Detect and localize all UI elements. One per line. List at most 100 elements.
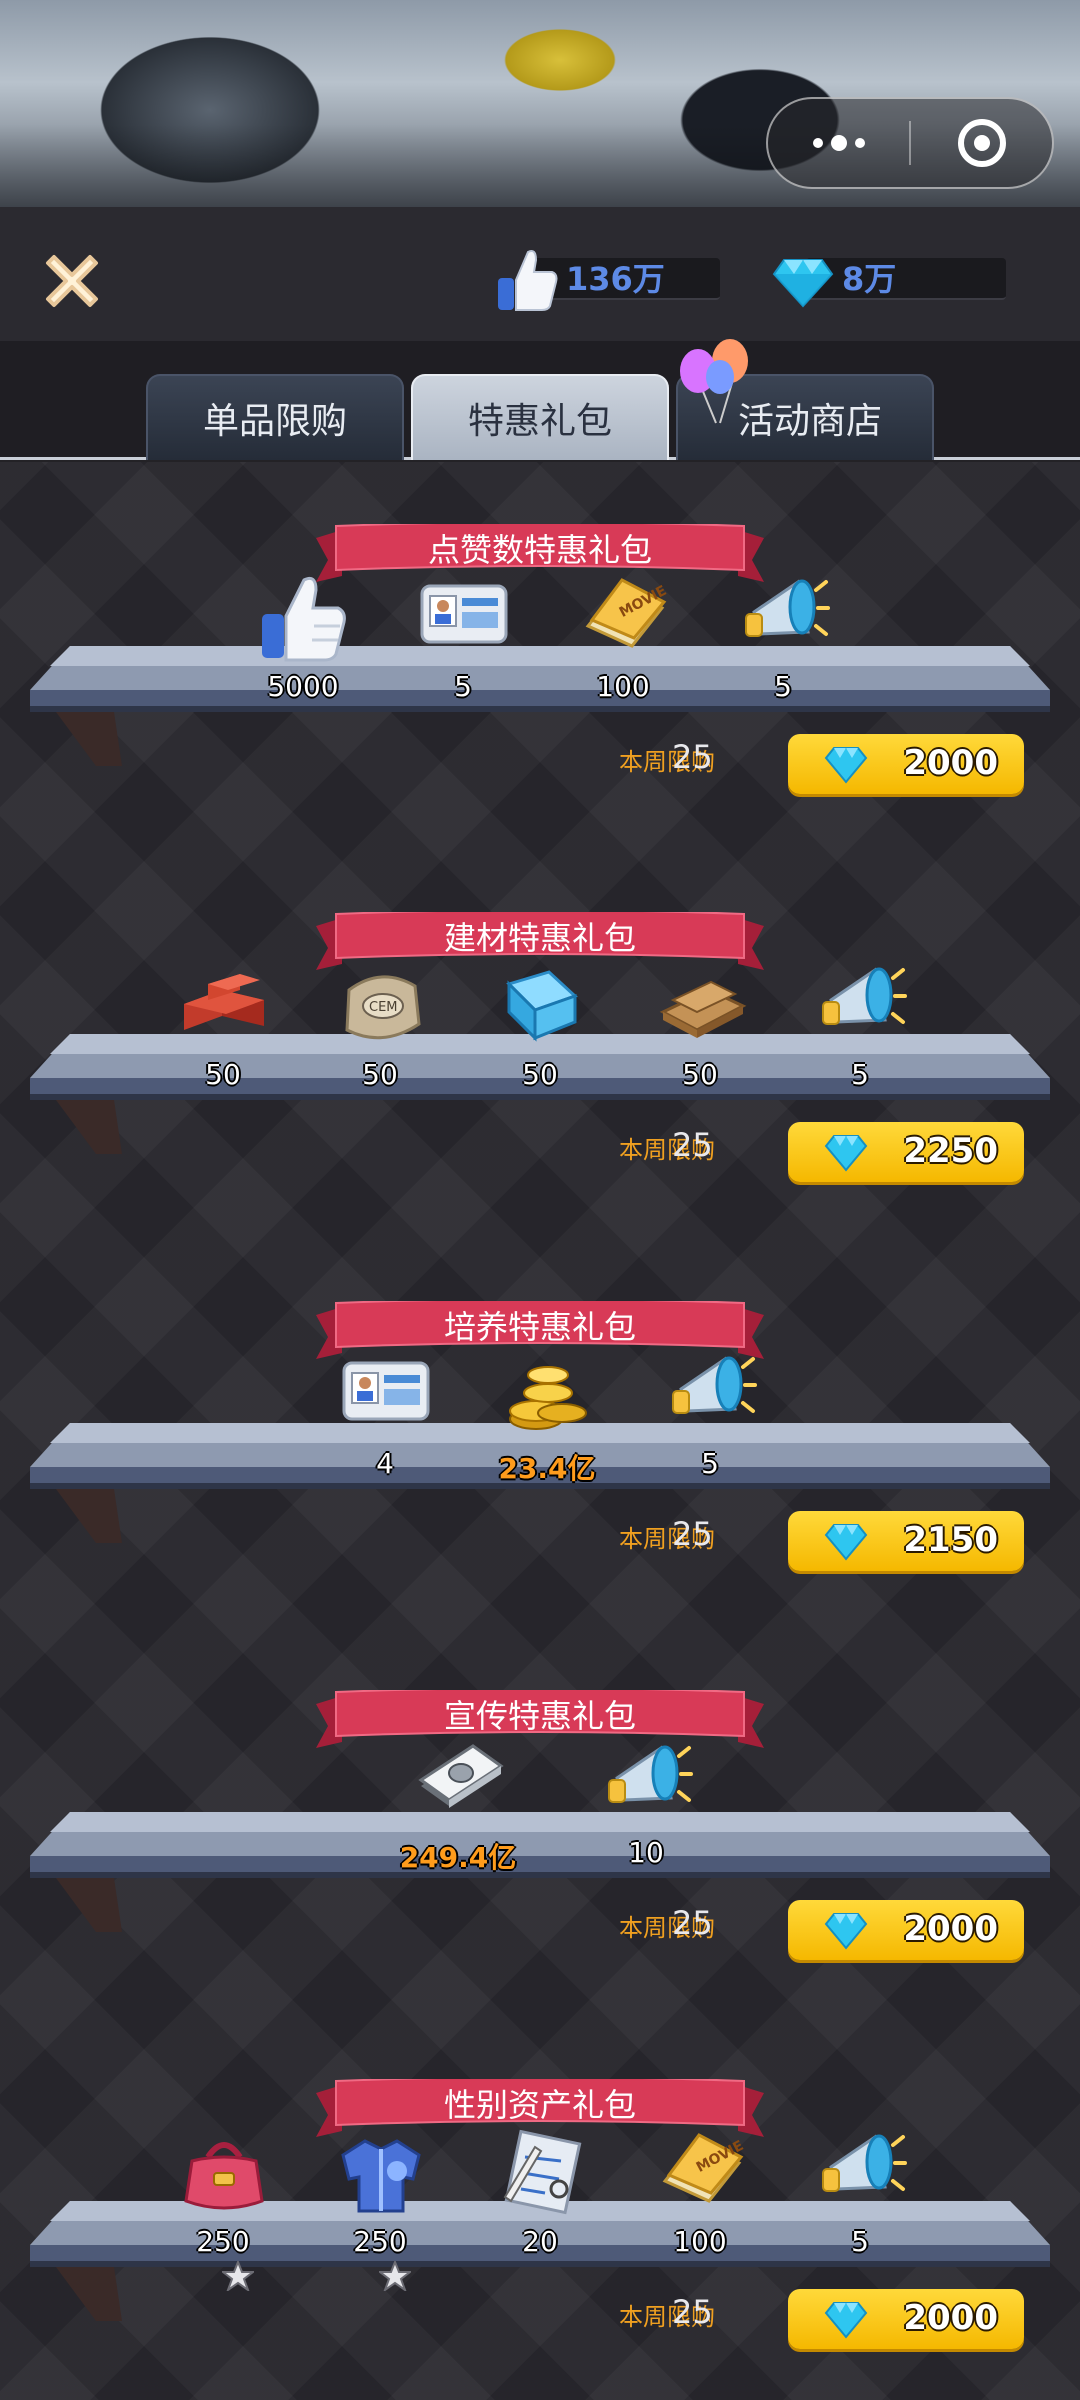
item-quantity: 5 bbox=[851, 1058, 869, 1091]
reward-item[interactable]: 50 bbox=[163, 960, 283, 1110]
reward-item[interactable]: 50 bbox=[480, 960, 600, 1110]
weekly-limit-value: 25 bbox=[672, 2293, 713, 2331]
tab-bar: 单品限购 特惠礼包 活动商店 bbox=[0, 339, 1080, 460]
reward-item[interactable]: 23.4亿 bbox=[487, 1349, 607, 1499]
tab-label: 特惠礼包 bbox=[467, 401, 612, 442]
item-quantity: 50 bbox=[522, 1058, 558, 1091]
buy-button[interactable]: 2000 bbox=[788, 1900, 1024, 1960]
balloons-icon bbox=[680, 339, 748, 424]
price-value: 2000 bbox=[903, 743, 998, 783]
pack-items: 5000 5 MOVIE 100 5 bbox=[0, 572, 1080, 722]
target-circle-icon bbox=[957, 119, 1006, 167]
item-quantity: 250 bbox=[196, 2225, 250, 2258]
more-dots-icon bbox=[812, 135, 865, 151]
pack-title: 性别资产礼包 bbox=[443, 2086, 636, 2124]
item-quantity: 250 bbox=[353, 2225, 407, 2258]
price-value: 2000 bbox=[903, 1909, 998, 1949]
item-quantity: 23.4亿 bbox=[498, 1452, 596, 1485]
item-quantity: 4 bbox=[376, 1447, 394, 1480]
reward-item[interactable]: 5 bbox=[800, 2127, 920, 2277]
price-value: 2150 bbox=[903, 1520, 998, 1560]
reward-item[interactable]: 250 bbox=[163, 2127, 283, 2291]
pack-items: 50 CEM 50 50 50 5 bbox=[0, 960, 1080, 1110]
likes-value: 136万 bbox=[566, 260, 665, 298]
reward-item[interactable]: 5 bbox=[650, 1349, 770, 1499]
tab-single-item-limited[interactable]: 单品限购 bbox=[146, 374, 404, 460]
item-quantity: 50 bbox=[205, 1058, 241, 1091]
weekly-limit-value: 25 bbox=[672, 738, 713, 776]
diamond-icon bbox=[824, 1913, 868, 1950]
gift-pack-card: 点赞数特惠礼包 5000 5 MOVIE 100 5 本周限购 25 2000 bbox=[0, 462, 1080, 850]
item-quantity: 249.4亿 bbox=[399, 1841, 517, 1874]
pack-title: 建材特惠礼包 bbox=[443, 919, 636, 957]
pack-title: 点赞数特惠礼包 bbox=[427, 531, 652, 569]
item-quantity: 20 bbox=[522, 2225, 558, 2258]
star-icon bbox=[379, 2261, 411, 2291]
pack-title-ribbon: 建材特惠礼包 bbox=[316, 912, 764, 970]
reward-item[interactable]: 5000 bbox=[243, 572, 363, 722]
item-quantity: 100 bbox=[673, 2225, 727, 2258]
pack-title: 宣传特惠礼包 bbox=[443, 1697, 636, 1735]
price-value: 2250 bbox=[903, 1131, 998, 1171]
reward-item[interactable]: 249.4亿 bbox=[398, 1738, 518, 1888]
gift-pack-card: 宣传特惠礼包 249.4亿 10 本周限购 25 2000 bbox=[0, 1628, 1080, 2016]
pack-title-ribbon: 点赞数特惠礼包 bbox=[316, 524, 764, 582]
pack-title: 培养特惠礼包 bbox=[443, 1308, 636, 1346]
reward-item[interactable]: 50 bbox=[640, 960, 760, 1110]
item-quantity: 5000 bbox=[267, 670, 339, 703]
tab-special-packs[interactable]: 特惠礼包 bbox=[411, 374, 669, 460]
star-icon bbox=[222, 2261, 254, 2291]
likes-balance: 136万 bbox=[494, 250, 734, 311]
gift-pack-card: 性别资产礼包 250 250 20 MOVIE 100 5 本周限购 25 2000 bbox=[0, 2017, 1080, 2400]
item-quantity: 100 bbox=[596, 670, 650, 703]
mini-program-capsule bbox=[766, 97, 1054, 189]
item-quantity: 5 bbox=[851, 2225, 869, 2258]
reward-item[interactable]: MOVIE 100 bbox=[563, 572, 683, 722]
diamond-icon bbox=[824, 1524, 868, 1561]
more-menu-button[interactable] bbox=[768, 99, 909, 187]
item-quantity: 5 bbox=[701, 1447, 719, 1480]
reward-item[interactable]: 5 bbox=[800, 960, 920, 1110]
buy-button[interactable]: 2000 bbox=[788, 734, 1024, 794]
reward-item[interactable]: MOVIE 100 bbox=[640, 2127, 760, 2277]
exit-mini-program-button[interactable] bbox=[911, 99, 1052, 187]
weekly-limit-value: 25 bbox=[672, 1515, 713, 1553]
reward-item[interactable]: 5 bbox=[403, 572, 523, 722]
top-banner-image bbox=[0, 0, 1080, 207]
buy-button[interactable]: 2150 bbox=[788, 1511, 1024, 1571]
reward-item[interactable]: 10 bbox=[586, 1738, 706, 1888]
reward-item[interactable]: 5 bbox=[723, 572, 843, 722]
reward-item[interactable]: 20 bbox=[480, 2127, 600, 2277]
svg-text:CEM: CEM bbox=[369, 1000, 398, 1015]
item-quantity: 50 bbox=[682, 1058, 718, 1091]
buy-button[interactable]: 2000 bbox=[788, 2289, 1024, 2349]
reward-item[interactable]: 4 bbox=[325, 1349, 445, 1499]
reward-item[interactable]: CEM 50 bbox=[320, 960, 440, 1110]
weekly-limit-value: 25 bbox=[672, 1904, 713, 1942]
pack-items: 249.4亿 10 bbox=[0, 1738, 1080, 1888]
pack-items: 4 23.4亿 5 bbox=[0, 1349, 1080, 1499]
reward-item[interactable]: 250 bbox=[320, 2127, 440, 2291]
diamond-icon bbox=[824, 747, 868, 784]
diamonds-value: 8万 bbox=[842, 260, 897, 298]
pack-list: 点赞数特惠礼包 5000 5 MOVIE 100 5 本周限购 25 2000 建材特 bbox=[0, 462, 1080, 2400]
close-icon bbox=[46, 255, 98, 307]
tab-label: 单品限购 bbox=[202, 401, 347, 442]
pack-title-ribbon: 培养特惠礼包 bbox=[316, 1301, 764, 1359]
price-value: 2000 bbox=[903, 2298, 998, 2338]
pack-title-ribbon: 宣传特惠礼包 bbox=[316, 1690, 764, 1748]
close-button[interactable] bbox=[36, 245, 108, 317]
pack-title-ribbon: 性别资产礼包 bbox=[316, 2079, 764, 2137]
diamond-icon bbox=[772, 259, 834, 308]
gift-pack-card: 建材特惠礼包 50 CEM 50 50 50 5 本周限购 25 2250 bbox=[0, 850, 1080, 1238]
diamonds-balance: 8万 bbox=[770, 250, 1020, 308]
diamond-icon bbox=[824, 1135, 868, 1172]
gift-pack-card: 培养特惠礼包 4 23.4亿 5 本周限购 25 2150 bbox=[0, 1239, 1080, 1627]
diamond-icon bbox=[824, 2302, 868, 2339]
buy-button[interactable]: 2250 bbox=[788, 1122, 1024, 1182]
item-quantity: 10 bbox=[628, 1836, 664, 1869]
thumbs-up-icon bbox=[498, 250, 558, 311]
item-quantity: 5 bbox=[774, 670, 792, 703]
pack-items: 250 250 20 MOVIE 100 5 bbox=[0, 2127, 1080, 2291]
weekly-limit-value: 25 bbox=[672, 1126, 713, 1164]
